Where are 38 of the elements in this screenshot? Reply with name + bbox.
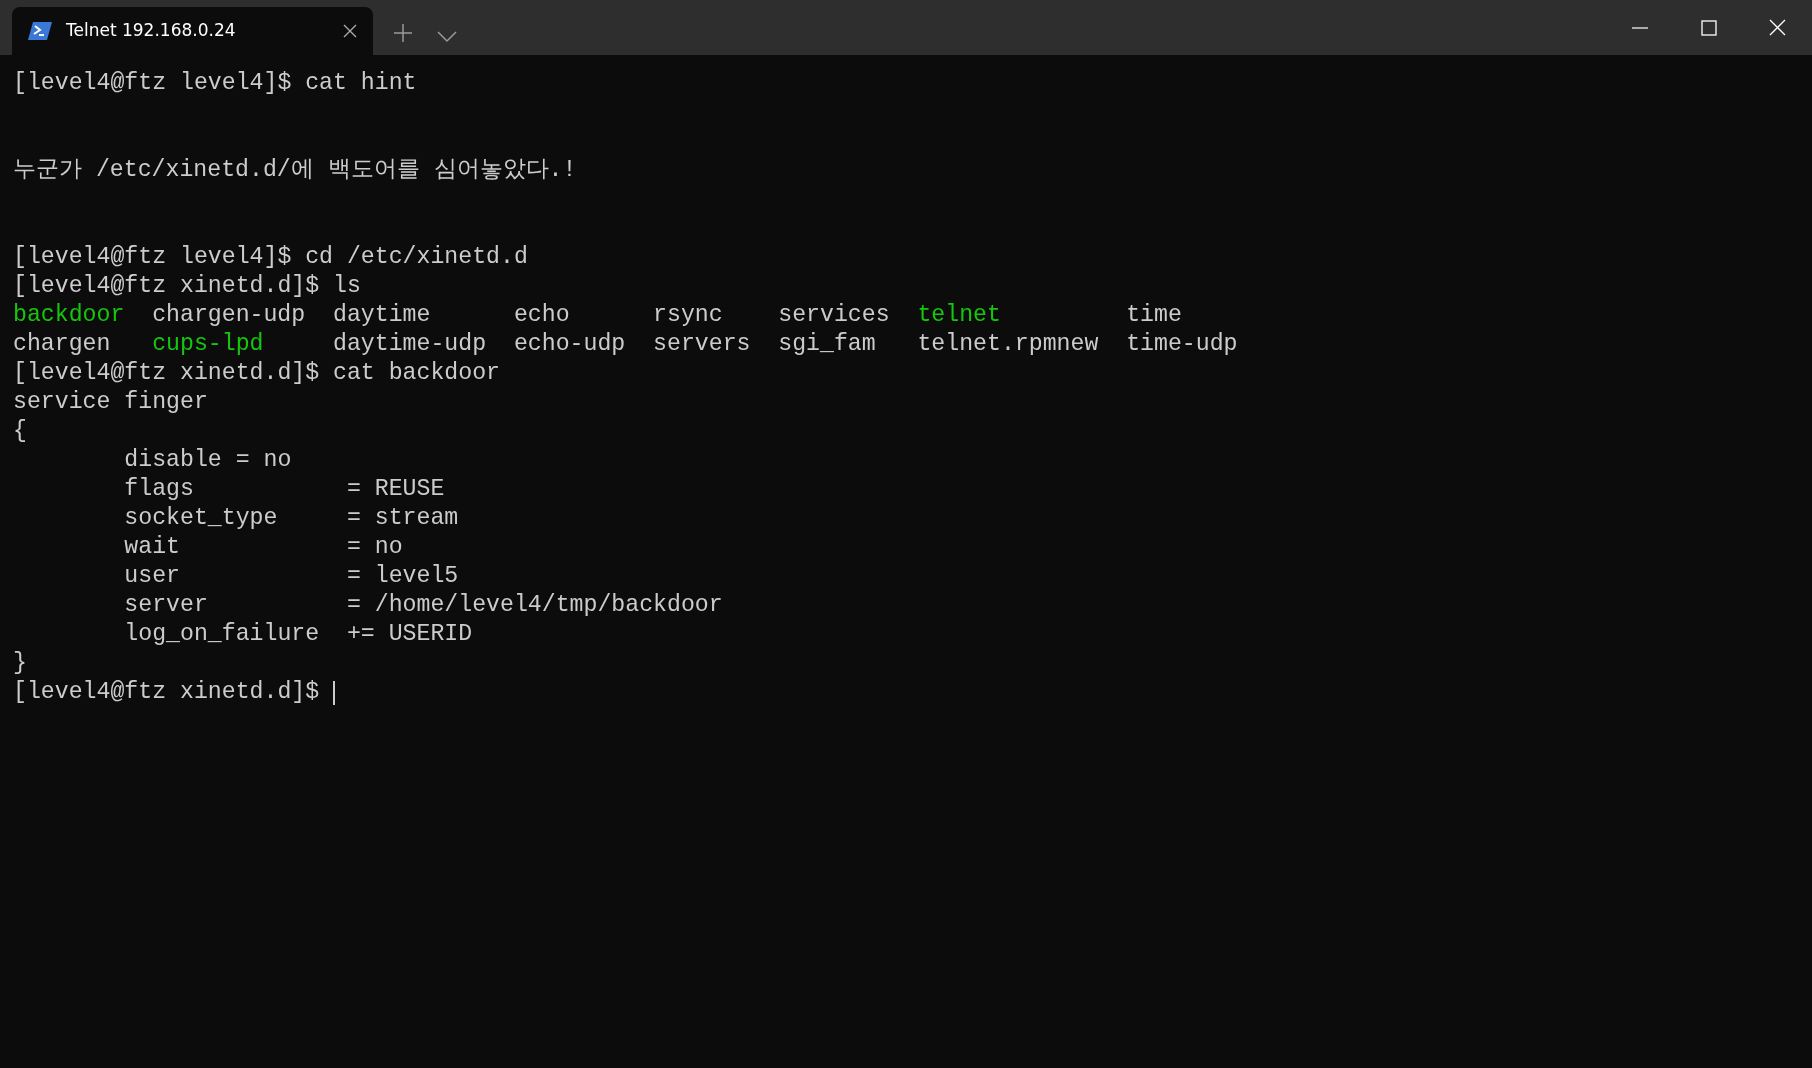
- terminal-line: server = /home/level4/tmp/backdoor: [123, 591, 723, 620]
- file-name: chargen: [13, 330, 112, 359]
- terminal-line: [level4@ftz xinetd.d]$: [13, 678, 321, 707]
- terminal-icon: [28, 21, 52, 41]
- file-name: echo-udp: [513, 330, 627, 359]
- terminal-line: }: [13, 649, 27, 678]
- file-name: servers: [653, 330, 752, 359]
- file-name: services: [778, 301, 891, 330]
- minimize-icon: [1631, 26, 1648, 29]
- terminal-line: disable = no: [123, 446, 292, 475]
- file-name: chargen-udp: [152, 301, 307, 330]
- terminal-line: wait = no: [123, 533, 403, 562]
- terminal-line: [level4@ftz xinetd.d]$ cat backdoor: [13, 359, 501, 388]
- terminal-line: [level4@ftz level4]$ cat hint: [13, 69, 417, 98]
- file-name: sgi_fam: [778, 330, 877, 359]
- close-icon: [1769, 19, 1786, 36]
- file-name: time: [1126, 301, 1183, 330]
- terminal-line: 누군가 /etc/xinetd.d/에 백도어를 심어놓았다.!: [13, 156, 577, 185]
- terminal-line: user = level5: [123, 562, 459, 591]
- terminal-line: socket_type = stream: [123, 504, 459, 533]
- terminal-line: log_on_failure += USERID: [123, 620, 473, 649]
- file-name: backdoor: [13, 301, 126, 330]
- file-name: time-udp: [1126, 330, 1238, 359]
- terminal-tab[interactable]: Telnet 192.168.0.24: [12, 7, 373, 55]
- terminal-line: {: [13, 417, 27, 446]
- terminal-line: [level4@ftz xinetd.d]$ ls: [13, 272, 361, 301]
- file-name: telnet: [917, 301, 1002, 330]
- file-name: rsync: [653, 301, 724, 330]
- terminal-line: service finger: [13, 388, 208, 417]
- terminal-line: [level4@ftz level4]$ cd /etc/xinetd.d: [13, 243, 528, 272]
- terminal-line: flags = REUSE: [123, 475, 445, 504]
- maximize-icon: [1700, 19, 1717, 36]
- file-name: telnet.rpmnew: [917, 330, 1100, 359]
- file-name: cups-lpd: [152, 330, 265, 359]
- file-name: daytime: [333, 301, 432, 330]
- file-name: echo: [513, 301, 571, 330]
- file-name: daytime-udp: [333, 330, 488, 359]
- tab-title: Telnet 192.168.0.24: [66, 19, 237, 43]
